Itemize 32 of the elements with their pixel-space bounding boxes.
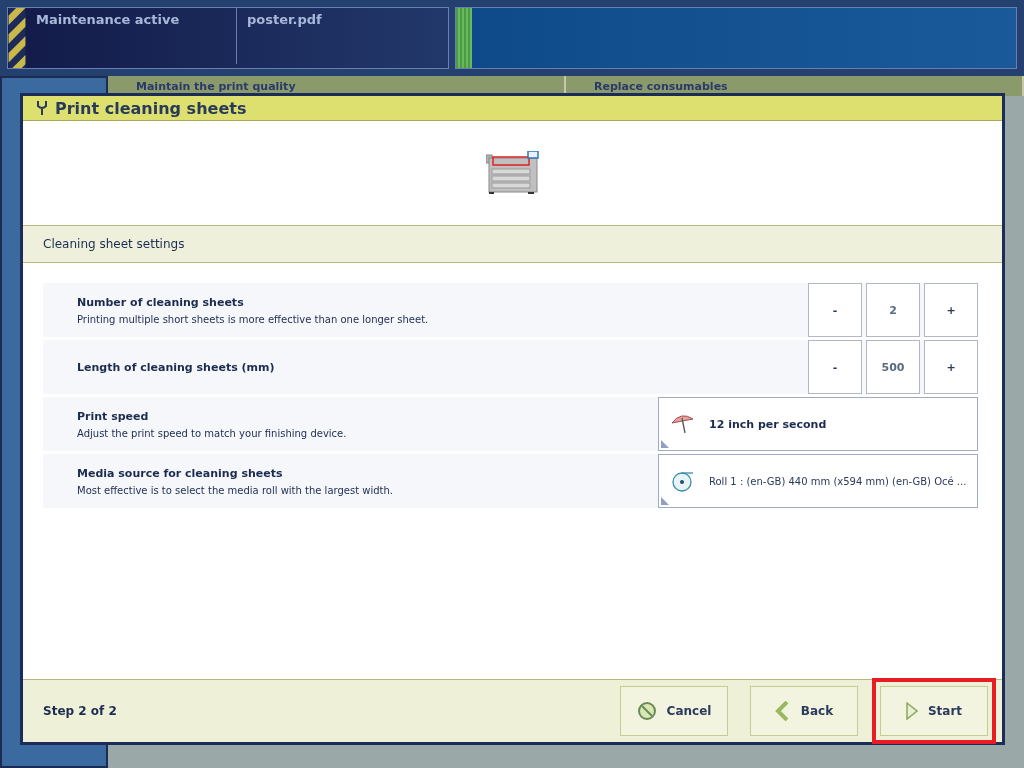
warning-stripes-icon bbox=[8, 8, 26, 68]
cancel-icon bbox=[636, 701, 657, 721]
select-field[interactable]: 12 inch per second bbox=[658, 397, 978, 451]
increment-button[interactable]: + bbox=[924, 283, 978, 337]
step-indicator: Step 2 of 2 bbox=[43, 704, 117, 718]
job-name: poster.pdf bbox=[246, 11, 323, 29]
setting-description: Adjust the print speed to match your finishing device. bbox=[77, 427, 347, 439]
dialog-title: Print cleaning sheets bbox=[55, 98, 247, 118]
corner-triangle-icon bbox=[661, 440, 669, 448]
printer-icon bbox=[485, 151, 540, 195]
setting-description: Printing multiple short sheets is more effective than one longer sheet. bbox=[77, 313, 429, 325]
umbrella-icon bbox=[671, 413, 695, 435]
progress-strip bbox=[456, 8, 472, 68]
cancel-button[interactable]: Cancel bbox=[620, 686, 728, 736]
roll-icon bbox=[671, 469, 695, 493]
setting-label: Length of cleaning sheets (mm) bbox=[77, 360, 275, 374]
setting-label: Number of cleaning sheets bbox=[77, 295, 245, 309]
section-title: Cleaning sheet settings bbox=[43, 237, 185, 251]
corner-triangle-icon bbox=[661, 497, 669, 505]
setting-label: Print speed bbox=[77, 409, 150, 423]
setting-description: Most effective is to select the media roll with the largest width. bbox=[77, 484, 393, 496]
status-text: Maintenance active bbox=[26, 8, 237, 64]
select-field[interactable]: Roll 1 : (en-GB) 440 mm (x594 mm) (en-GB) Océ ... bbox=[658, 454, 978, 508]
value-field[interactable]: 500 bbox=[866, 340, 920, 394]
start-button[interactable]: Start bbox=[880, 686, 988, 736]
decrement-button[interactable]: - bbox=[808, 283, 862, 337]
play-icon bbox=[905, 702, 918, 720]
increment-button[interactable]: + bbox=[924, 340, 978, 394]
value-field[interactable]: 2 bbox=[866, 283, 920, 337]
decrement-button[interactable]: - bbox=[808, 340, 862, 394]
setting-label: Media source for cleaning sheets bbox=[77, 466, 284, 480]
back-button[interactable]: Back bbox=[750, 686, 858, 736]
